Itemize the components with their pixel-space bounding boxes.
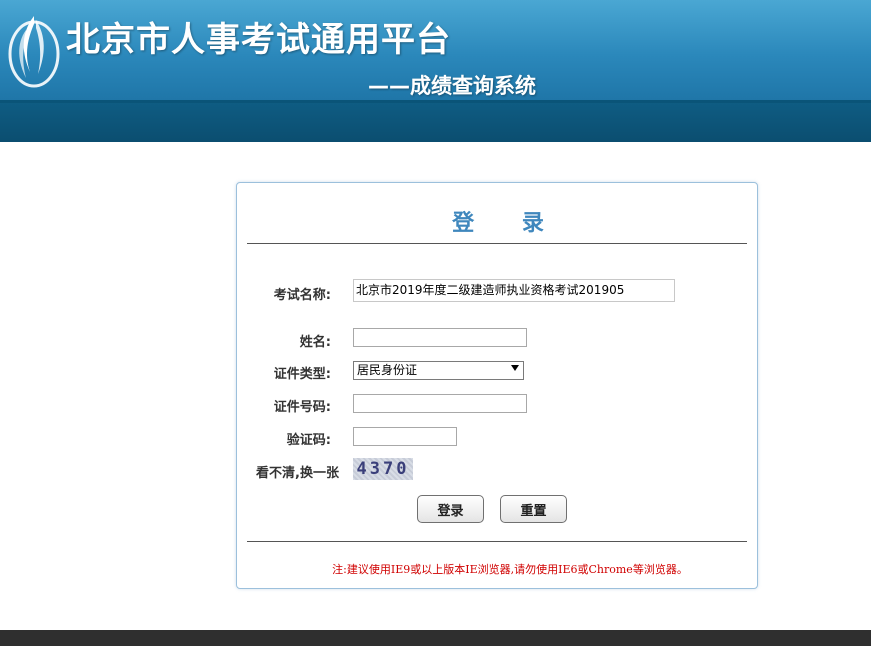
footer-bar <box>0 630 871 646</box>
captcha-input[interactable] <box>353 427 457 446</box>
dropdown-arrow-icon <box>511 365 519 371</box>
exam-name-label: 考试名称: <box>273 288 331 303</box>
login-panel: 登 录 考试名称: 北京市2019年度二级建造师执业资格考试201905 姓名:… <box>236 182 758 589</box>
name-input[interactable] <box>353 328 527 347</box>
site-title: 北京市人事考试通用平台 <box>66 20 451 60</box>
header-banner: 北京市人事考试通用平台 ——成绩查询系统 <box>0 0 871 142</box>
site-subtitle: ——成绩查询系统 <box>368 74 536 98</box>
captcha-image[interactable]: 4370 <box>353 458 413 480</box>
browser-notice: 注:建议使用IE9或以上版本IE浏览器,请勿使用IE6或Chrome等浏览器。 <box>332 563 688 576</box>
reset-button[interactable]: 重置 <box>500 495 567 523</box>
id-type-label: 证件类型: <box>273 367 331 382</box>
flame-logo-icon <box>8 16 60 88</box>
login-button[interactable]: 登录 <box>417 495 484 523</box>
id-number-input[interactable] <box>353 394 527 413</box>
captcha-label: 验证码: <box>286 433 331 448</box>
header-stripe <box>0 100 871 142</box>
login-title: 登 录 <box>452 211 564 236</box>
id-number-label: 证件号码: <box>273 400 331 415</box>
exam-name-field: 北京市2019年度二级建造师执业资格考试201905 <box>353 279 675 302</box>
notice-divider <box>247 541 747 542</box>
refresh-captcha-link[interactable]: 看不清,换一张 <box>256 462 339 481</box>
name-label: 姓名: <box>299 335 331 350</box>
title-divider <box>247 243 747 244</box>
id-type-selected: 居民身份证 <box>357 363 418 377</box>
id-type-select[interactable]: 居民身份证 <box>353 361 524 380</box>
